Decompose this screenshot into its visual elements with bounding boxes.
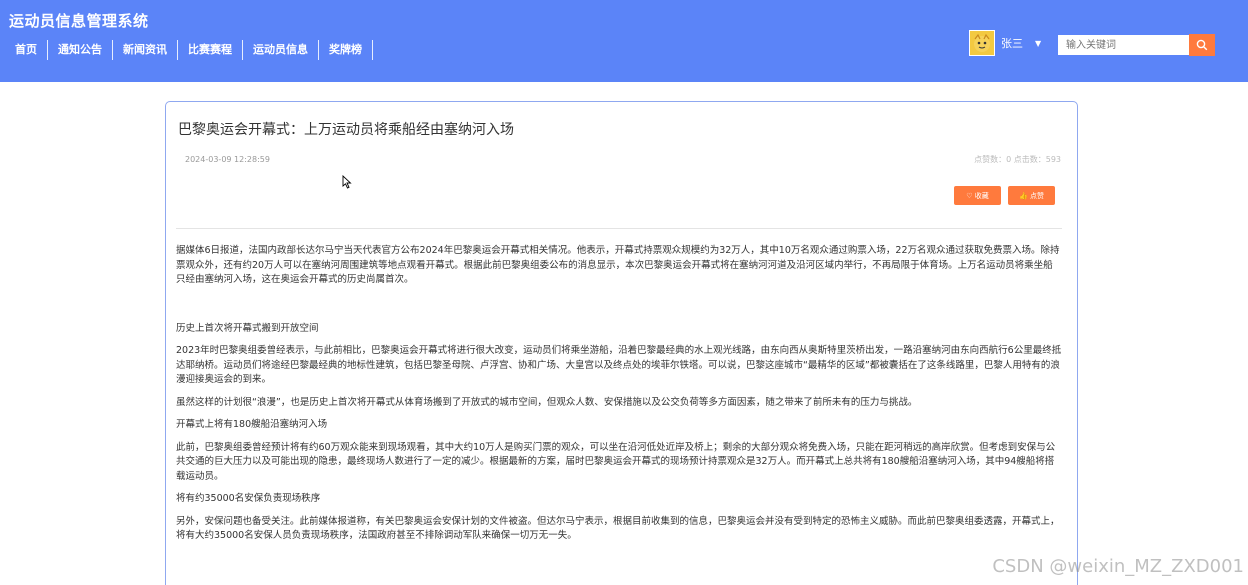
paragraph: 2023年时巴黎奥组委曾经表示，与此前相比，巴黎奥运会开幕式将进行很大改变，运动…: [176, 345, 1062, 385]
nav-notices[interactable]: 通知公告: [48, 40, 113, 60]
section-heading: 将有约35000名安保负责现场秩序: [176, 493, 321, 504]
mouse-cursor-icon: [342, 174, 352, 193]
article-title: 巴黎奥运会开幕式：上万运动员将乘船经由塞纳河入场: [178, 122, 514, 138]
site-title: 运动员信息管理系统: [9, 12, 149, 30]
avatar-icon[interactable]: [969, 30, 995, 56]
chevron-down-icon[interactable]: ▼: [1035, 39, 1041, 48]
nav-athletes[interactable]: 运动员信息: [243, 40, 319, 60]
nav-home[interactable]: 首页: [5, 40, 48, 60]
search-icon: [1196, 39, 1208, 51]
watermark: CSDN @weixin_MZ_ZXD001: [992, 556, 1244, 577]
paragraph: 此前，巴黎奥组委曾经预计将有约60万观众能来到现场观看，其中大约10万人是购买门…: [176, 441, 1056, 482]
paragraph: 另外，安保问题也备受关注。此前媒体报道称，有关巴黎奥运会安保计划的文件被盗。但达…: [176, 515, 1060, 542]
header-bar: 运动员信息管理系统 首页 通知公告 新闻资讯 比赛赛程 运动员信息 奖牌榜 张三…: [0, 0, 1248, 82]
publish-time: 2024-03-09 12:28:59: [185, 155, 270, 164]
nav-medals[interactable]: 奖牌榜: [319, 40, 373, 60]
user-menu[interactable]: 张三 ▼: [969, 30, 1041, 56]
search-input[interactable]: [1058, 35, 1189, 55]
like-button[interactable]: 👍 点赞: [1008, 186, 1055, 205]
paragraph: 据媒体6日报道，法国内政部长达尔马宁当天代表官方公布2024年巴黎奥运会开幕式相…: [176, 245, 1060, 285]
article-stats: 点赞数：0 点击数：593: [974, 155, 1061, 164]
paragraph: 虽然这样的计划很“浪漫”，也是历史上首次将开幕式从体育场搬到了开放式的城市空间，…: [176, 396, 918, 408]
main-nav: 首页 通知公告 新闻资讯 比赛赛程 运动员信息 奖牌榜: [5, 40, 373, 60]
nav-news[interactable]: 新闻资讯: [113, 40, 178, 60]
favorite-button[interactable]: ♡ 收藏: [954, 186, 1001, 205]
divider: [176, 228, 1062, 229]
section-heading: 开幕式上将有180艘船沿塞纳河入场: [176, 419, 328, 430]
article-card: 巴黎奥运会开幕式：上万运动员将乘船经由塞纳河入场 2024-03-09 12:2…: [165, 101, 1078, 585]
nav-schedule[interactable]: 比赛赛程: [178, 40, 243, 60]
search-button[interactable]: [1189, 34, 1215, 56]
username[interactable]: 张三: [1001, 35, 1023, 51]
section-heading: 历史上首次将开幕式搬到开放空间: [176, 322, 319, 334]
article-content: 据媒体6日报道，法国内政部长达尔马宁当天代表官方公布2024年巴黎奥运会开幕式相…: [176, 244, 1062, 544]
